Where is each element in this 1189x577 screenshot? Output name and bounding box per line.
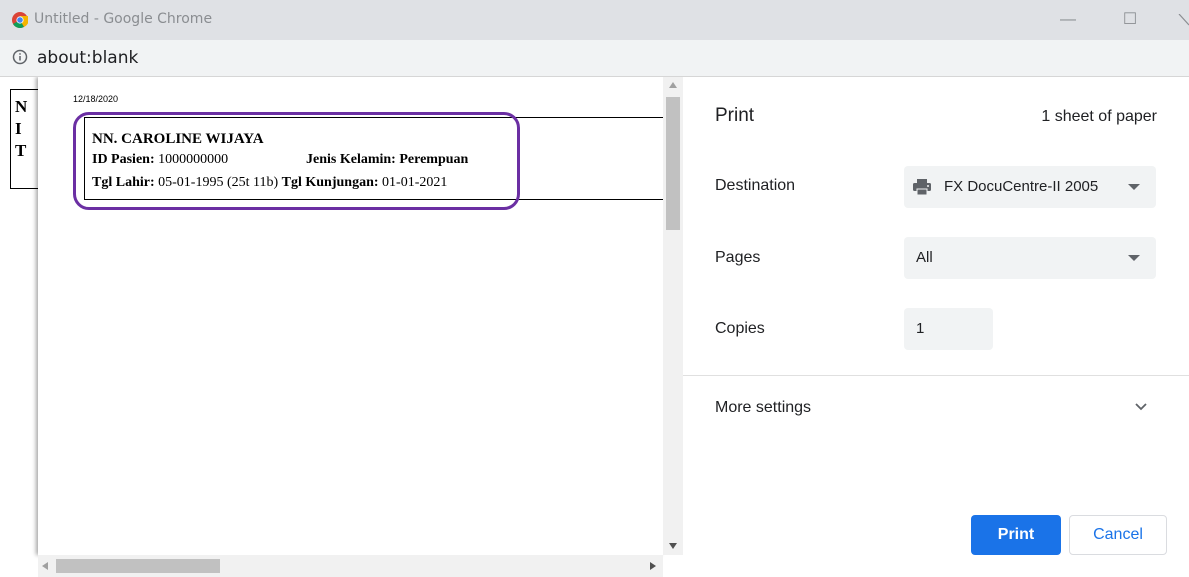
chevron-down-icon[interactable] [1133,398,1149,414]
pages-value: All [916,249,933,266]
destination-label: Destination [715,177,796,194]
print-button[interactable]: Print [971,515,1061,555]
highlight-annotation [73,112,520,210]
pages-select[interactable]: All [904,237,1156,279]
horizontal-scrollbar[interactable] [38,555,663,577]
scroll-up-icon[interactable] [669,82,677,88]
more-settings-label[interactable]: More settings [715,399,811,417]
print-title: Print [715,105,755,126]
info-icon[interactable] [12,49,28,65]
scroll-down-icon[interactable] [669,543,677,549]
close-icon[interactable] [1178,14,1189,26]
vertical-scroll-thumb[interactable] [666,97,680,230]
window-title-bar: Untitled - Google Chrome — ☐ [0,0,1189,40]
copies-value: 1 [916,320,925,337]
print-date: 12/18/2020 [73,94,119,104]
horizontal-scroll-thumb[interactable] [56,559,220,573]
print-settings-panel: Print 1 sheet of paper Destination FX Do… [683,77,1189,577]
copies-label: Copies [715,320,765,337]
pages-dropdown-icon [1128,255,1140,261]
preview-paper: 12/18/2020 NN. CAROLINE WIJAYA ID Pasien… [38,77,683,555]
destination-value: FX DocuCentre-II 2005 [944,178,1099,195]
destination-select[interactable]: FX DocuCentre-II 2005 [904,166,1156,208]
sheet-count: 1 sheet of paper [1041,108,1157,125]
cancel-button[interactable]: Cancel [1069,515,1167,555]
address-bar: about:blank [0,40,1189,77]
scroll-right-icon[interactable] [650,562,656,570]
window-title: Untitled - Google Chrome [34,11,213,27]
minimize-button[interactable]: — [1054,6,1082,34]
destination-dropdown-icon [1128,184,1140,190]
print-preview: N I T 12/18/2020 NN. CAROLINE WIJAYA ID … [0,77,683,577]
maximize-button[interactable]: ☐ [1116,6,1144,34]
settings-divider [683,375,1189,376]
address-url[interactable]: about:blank [37,48,138,68]
vertical-scrollbar[interactable] [663,77,683,555]
printer-icon [913,179,931,196]
chrome-logo-icon [12,12,28,28]
scroll-left-icon[interactable] [42,562,48,570]
copies-input[interactable]: 1 [904,308,993,350]
pages-label: Pages [715,249,761,266]
